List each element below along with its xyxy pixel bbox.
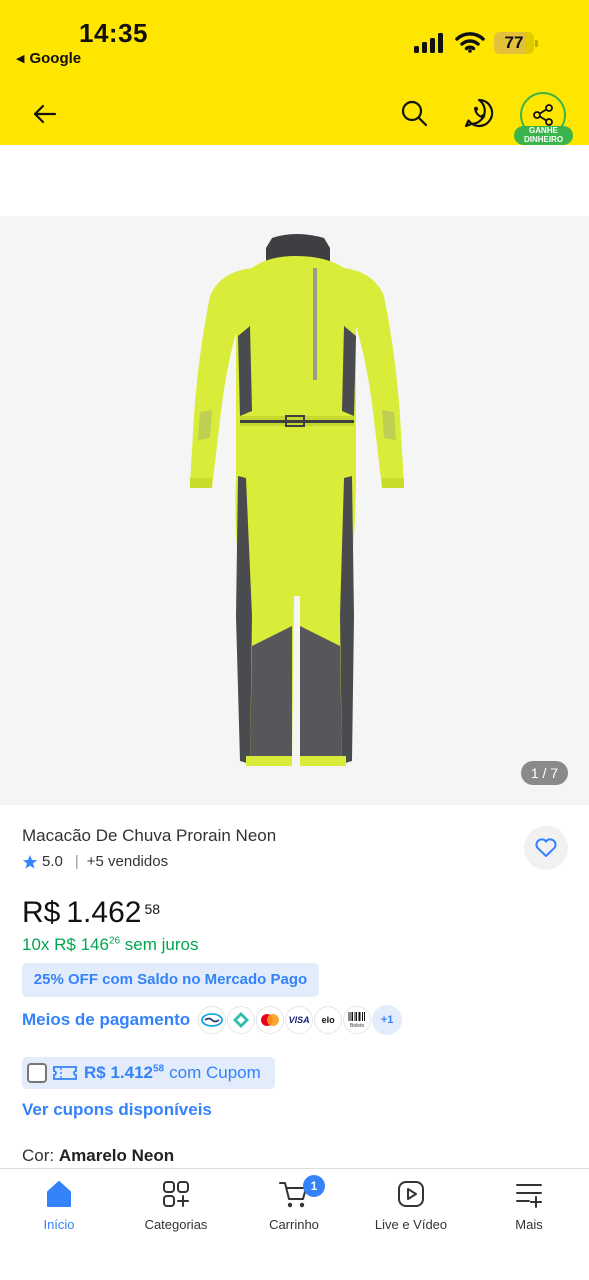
share-earn-badge[interactable]: GANHE DINHEIRO <box>514 126 573 145</box>
cart-count-badge: 1 <box>303 1175 325 1197</box>
price-currency: R$ <box>22 896 61 929</box>
tab-label: Categorias <box>144 1217 208 1232</box>
coupon-option[interactable]: R$ 1.41258 com Cupom <box>22 1057 275 1089</box>
price-integer: 1.462 <box>66 896 142 929</box>
categories-icon <box>163 1181 189 1207</box>
play-icon <box>398 1181 424 1207</box>
tab-categorias[interactable]: Categorias <box>117 1179 235 1239</box>
price-cents: 58 <box>144 901 161 917</box>
installments-text: 10x R$ 14626 sem juros <box>22 935 199 954</box>
app-header: 14:35 ◀ Google 77 GANHE DINHEIRO <box>0 0 589 145</box>
battery-percent: 77 <box>504 33 524 52</box>
elo-icon: elo <box>314 1006 343 1034</box>
tab-mais[interactable]: Mais <box>470 1179 588 1239</box>
favorite-button[interactable] <box>524 826 568 870</box>
tab-inicio[interactable]: Início <box>0 1179 118 1239</box>
bottom-tab-bar: Início Categorias 1 Carrinho Live e Víde… <box>0 1168 589 1280</box>
tab-live-video[interactable]: Live e Vídeo <box>352 1179 470 1239</box>
color-label: Cor: <box>22 1146 55 1165</box>
rating-row[interactable]: 5.0 | +5 vendidos <box>22 853 168 870</box>
share-icon <box>533 104 553 126</box>
status-time: 14:35 <box>79 18 148 48</box>
product-image-gallery[interactable] <box>0 216 589 805</box>
divider: | <box>74 853 79 870</box>
tab-carrinho[interactable]: 1 Carrinho <box>235 1175 353 1239</box>
tab-label: Início <box>43 1217 75 1232</box>
mercado-pago-icon <box>198 1006 227 1034</box>
cellular-signal-icon <box>414 33 443 53</box>
product-price: R$ 1.462 58 <box>22 896 160 930</box>
payment-methods-link[interactable]: Meios de pagamento <box>22 1010 190 1030</box>
payment-methods-row[interactable]: Meios de pagamento VISA elo Boleto +1 <box>22 1005 403 1035</box>
more-payment-methods[interactable]: +1 <box>372 1005 403 1035</box>
coupon-ticket-icon <box>53 1066 77 1080</box>
product-title: Macacão De Chuva Prorain Neon <box>22 826 277 845</box>
heart-icon <box>535 838 557 857</box>
coupon-checkbox[interactable] <box>27 1063 47 1083</box>
coupon-price: R$ 1.41258 <box>84 1063 165 1082</box>
search-icon[interactable] <box>398 97 430 129</box>
back-to-app-link[interactable]: ◀ Google <box>16 50 81 67</box>
image-counter: 1 / 7 <box>521 761 568 785</box>
product-image <box>190 234 404 766</box>
discount-badge[interactable]: 25% OFF com Saldo no Mercado Pago <box>22 963 319 997</box>
color-value: Amarelo Neon <box>58 1146 175 1165</box>
back-arrow-icon[interactable] <box>28 97 62 131</box>
battery-indicator: 77 <box>494 32 538 54</box>
tab-label: Carrinho <box>269 1217 319 1232</box>
menu-plus-icon <box>516 1184 542 1208</box>
coupon-text: com Cupom <box>169 1063 261 1082</box>
boleto-icon: Boleto <box>343 1006 372 1034</box>
whatsapp-icon[interactable] <box>462 96 496 130</box>
pix-icon <box>227 1006 256 1034</box>
back-app-label: Google <box>29 50 82 67</box>
tab-label: Live e Vídeo <box>374 1217 448 1232</box>
sold-count: +5 vendidos <box>86 853 169 870</box>
view-coupons-link[interactable]: Ver cupons disponíveis <box>22 1100 212 1120</box>
home-icon <box>47 1181 71 1207</box>
wifi-icon <box>455 32 485 53</box>
mastercard-icon <box>256 1006 285 1034</box>
rating-score: 5.0 <box>42 853 63 870</box>
tab-label: Mais <box>515 1217 543 1232</box>
back-triangle-icon: ◀ <box>16 53 25 65</box>
star-icon <box>22 854 38 869</box>
visa-icon: VISA <box>285 1006 314 1034</box>
color-selector: Cor: Amarelo Neon <box>22 1146 174 1166</box>
